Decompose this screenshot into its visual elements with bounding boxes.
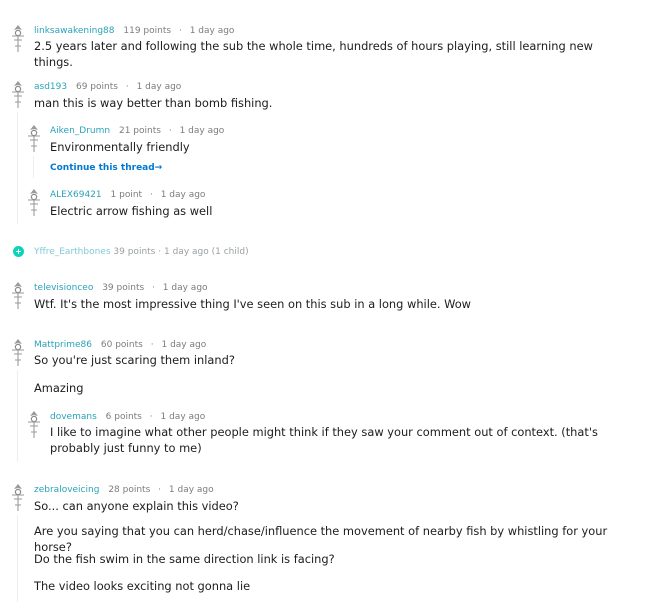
timestamp[interactable]: 1 day ago	[163, 283, 208, 293]
thread-line[interactable]	[33, 156, 34, 178]
timestamp[interactable]: 1 day ago	[161, 340, 206, 350]
username-link[interactable]: televisionceo	[34, 283, 93, 293]
username-link[interactable]: Mattprime86	[34, 340, 92, 350]
timestamp[interactable]: 1 day ago	[164, 247, 209, 257]
username-link[interactable]: zebraloveicing	[34, 485, 99, 495]
comment-body: Wtf. It's the most impressive thing I've…	[34, 297, 471, 311]
points: 6 points	[105, 412, 142, 422]
points: 69 points	[75, 82, 118, 92]
hylian-crest-avatar-icon[interactable]	[11, 483, 25, 513]
comment-body: I like to imagine what other people migh…	[50, 425, 598, 455]
username-link[interactable]: linksawakening88	[34, 26, 115, 36]
comment-meta: Yffre_Earthbones 39 points · 1 day ago (…	[34, 247, 249, 257]
expand-comment-icon[interactable]	[13, 246, 24, 257]
comment-body: 2.5 years later and following the sub th…	[34, 39, 593, 69]
comment-body: Environmentally friendly	[50, 140, 190, 154]
hylian-crest-avatar-icon[interactable]	[27, 188, 41, 218]
comment-meta: Aiken_Drumn 21 points · 1 day ago	[50, 126, 225, 136]
children-count: (1 child)	[211, 247, 249, 257]
thread-line[interactable]	[17, 112, 18, 224]
username-link[interactable]: Yffre_Earthbones	[34, 247, 111, 257]
thread-line[interactable]	[17, 515, 18, 602]
comment-meta: zebraloveicing 28 points · 1 day ago	[34, 485, 214, 495]
points: 60 points	[100, 340, 143, 350]
hylian-crest-avatar-icon[interactable]	[11, 24, 25, 54]
username-link[interactable]: ALEX69421	[50, 190, 102, 200]
timestamp[interactable]: 1 day ago	[161, 190, 206, 200]
points: 1 point	[110, 190, 143, 200]
comment-meta: Mattprime86 60 points · 1 day ago	[34, 340, 207, 350]
comment-body: man this is way better than bomb fishing…	[34, 96, 273, 110]
comment-meta: televisionceo 39 points · 1 day ago	[34, 283, 208, 293]
comment-meta: asd193 69 points · 1 day ago	[34, 82, 182, 92]
comment-body: So you're just scaring them inland?	[34, 353, 235, 367]
thread-line[interactable]	[17, 370, 18, 462]
points: 39 points	[113, 247, 156, 257]
username-link[interactable]: dovemans	[50, 412, 97, 422]
comment-meta: linksawakening88 119 points · 1 day ago	[34, 26, 235, 36]
timestamp[interactable]: 1 day ago	[169, 485, 214, 495]
timestamp[interactable]: 1 day ago	[190, 26, 235, 36]
comment-body: Amazing	[34, 381, 84, 395]
username-link[interactable]: Aiken_Drumn	[50, 126, 110, 136]
timestamp[interactable]: 1 day ago	[137, 82, 182, 92]
comment-body: Electric arrow fishing as well	[50, 204, 213, 218]
username-link[interactable]: asd193	[34, 82, 67, 92]
points: 119 points	[123, 26, 172, 36]
timestamp[interactable]: 1 day ago	[161, 412, 206, 422]
comment-body: Do the fish swim in the same direction l…	[34, 552, 335, 566]
hylian-crest-avatar-icon[interactable]	[11, 281, 25, 311]
comment-meta: ALEX69421 1 point · 1 day ago	[50, 190, 206, 200]
comment-body: So... can anyone explain this video?	[34, 499, 239, 513]
points: 39 points	[102, 283, 145, 293]
comment-meta: dovemans 6 points · 1 day ago	[50, 412, 206, 422]
hylian-crest-avatar-icon[interactable]	[27, 410, 41, 440]
hylian-crest-avatar-icon[interactable]	[27, 124, 41, 154]
hylian-crest-avatar-icon[interactable]	[11, 80, 25, 110]
continue-thread-link[interactable]: Continue this thread→	[50, 162, 162, 174]
points: 28 points	[108, 485, 151, 495]
timestamp[interactable]: 1 day ago	[180, 126, 225, 136]
comment-body: The video looks exciting not gonna lie	[34, 579, 251, 593]
hylian-crest-avatar-icon[interactable]	[11, 338, 25, 368]
points: 21 points	[118, 126, 161, 136]
